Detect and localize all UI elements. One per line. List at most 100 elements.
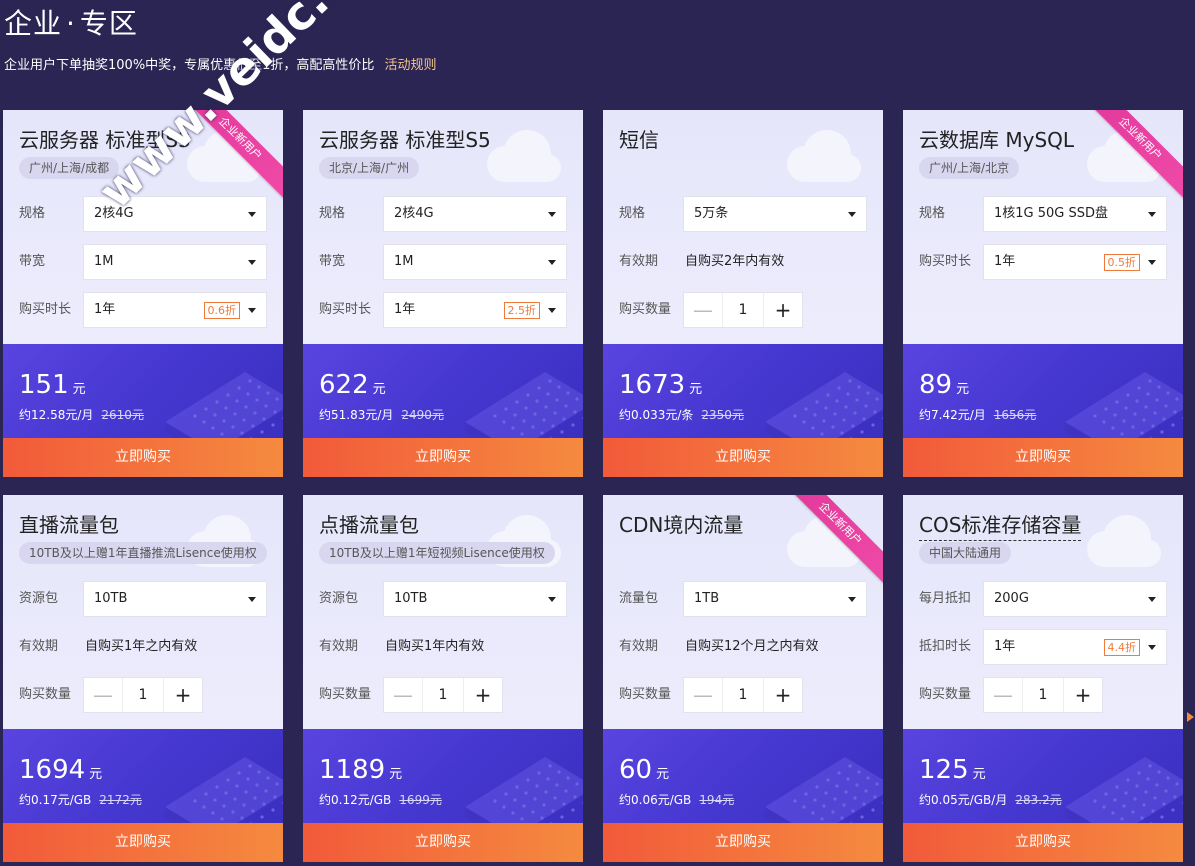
buy-now-button[interactable]: 立即购买: [903, 823, 1183, 862]
increment-button[interactable]: +: [764, 678, 802, 712]
unit-price-line: 约12.58元/月 2610元: [19, 406, 144, 423]
decrement-button[interactable]: —: [684, 293, 722, 327]
option-select[interactable]: 1TB: [683, 581, 867, 617]
currency-unit: 元: [89, 767, 103, 782]
chevron-down-icon: [548, 260, 556, 265]
decrement-button[interactable]: —: [84, 678, 122, 712]
option-select[interactable]: 1M: [83, 244, 267, 280]
buy-now-button[interactable]: 立即购买: [3, 438, 283, 477]
original-price: 283.2元: [1015, 793, 1062, 807]
quantity-value[interactable]: 1: [422, 678, 464, 712]
option-select[interactable]: 1M: [383, 244, 567, 280]
chevron-down-icon: [248, 260, 256, 265]
option-select[interactable]: 1年 4.4折: [983, 629, 1167, 665]
currency-unit: 元: [389, 767, 403, 782]
option-select[interactable]: 1年 2.5折: [383, 292, 567, 328]
option-row: 购买数量 — 1 +: [19, 677, 269, 713]
option-label: 购买数量: [619, 687, 672, 702]
quantity-stepper: — 1 +: [683, 677, 803, 713]
select-value: 1核1G 50G SSD盘: [994, 206, 1109, 221]
cloud-icon: [1087, 515, 1161, 567]
select-value: 1年: [94, 302, 116, 317]
quantity-value[interactable]: 1: [722, 678, 764, 712]
price: 125 元: [919, 755, 986, 790]
unit-price-line: 约0.12元/GB 1699元: [319, 791, 442, 808]
increment-button[interactable]: +: [464, 678, 502, 712]
page-title: 企业 · 专区: [4, 2, 138, 42]
buy-now-button[interactable]: 立即购买: [303, 438, 583, 477]
chevron-down-icon: [848, 597, 856, 602]
currency-unit: 元: [656, 767, 670, 782]
unit-price: 约0.05元/GB/月: [919, 793, 1008, 807]
card-title: 云服务器 标准型S5: [319, 128, 491, 152]
quantity-value[interactable]: 1: [1022, 678, 1064, 712]
product-card: COS标准存储容量 中国大陆通用 每月抵扣 200G 抵扣时长 1年 4.4折 购买数量 …: [903, 495, 1183, 862]
unit-price-line: 约0.17元/GB 2172元: [19, 791, 142, 808]
discount-badge: 2.5折: [503, 302, 540, 319]
card-title: 云数据库 MySQL: [919, 128, 1075, 152]
original-price: 2350元: [701, 408, 744, 422]
buy-now-button[interactable]: 立即购买: [3, 823, 283, 862]
option-row: 规格 2核4G: [319, 196, 569, 232]
rules-link[interactable]: 活动规则: [384, 58, 436, 73]
quantity-value[interactable]: 1: [122, 678, 164, 712]
discount-badge: 0.6折: [203, 302, 240, 319]
discount-badge: 4.4折: [1103, 639, 1140, 656]
option-label: 规格: [919, 206, 946, 221]
price: 1694 元: [19, 755, 102, 790]
buy-now-button[interactable]: 立即购买: [903, 438, 1183, 477]
currency-unit: 元: [956, 382, 970, 397]
select-value: 1M: [394, 254, 414, 269]
server-icon: [765, 372, 883, 438]
option-select[interactable]: 1年 0.6折: [83, 292, 267, 328]
unit-price: 约12.58元/月: [19, 408, 94, 422]
option-row: 规格 5万条: [619, 196, 869, 232]
currency-unit: 元: [72, 382, 86, 397]
option-row: 购买数量 — 1 +: [619, 292, 869, 328]
next-arrow-icon[interactable]: [1187, 712, 1194, 722]
region-tag: 北京/上海/广州: [319, 157, 420, 179]
select-value: 1年: [394, 302, 416, 317]
buy-now-button[interactable]: 立即购买: [303, 823, 583, 862]
price-value: 1189: [319, 755, 386, 785]
select-value: 10TB: [394, 591, 428, 606]
option-select[interactable]: 5万条: [683, 196, 867, 232]
page-title-part2: 专区: [79, 7, 138, 40]
region-tag: 10TB及以上赠1年直播推流Lisence使用权: [19, 542, 267, 564]
chevron-down-icon: [848, 212, 856, 217]
product-card: 直播流量包 10TB及以上赠1年直播推流Lisence使用权 资源包 10TB 有效期…: [3, 495, 283, 862]
price: 622 元: [319, 370, 386, 405]
option-select[interactable]: 1核1G 50G SSD盘: [983, 196, 1167, 232]
increment-button[interactable]: +: [1064, 678, 1102, 712]
quantity-value[interactable]: 1: [722, 293, 764, 327]
unit-price-line: 约7.42元/月 1656元: [919, 406, 1036, 423]
decrement-button[interactable]: —: [984, 678, 1022, 712]
option-row: 规格 2核4G: [19, 196, 269, 232]
decrement-button[interactable]: —: [684, 678, 722, 712]
discount-badge: 0.5折: [1103, 254, 1140, 271]
option-select[interactable]: 10TB: [83, 581, 267, 617]
price-value: 151: [19, 370, 69, 400]
increment-button[interactable]: +: [164, 678, 202, 712]
chevron-down-icon: [548, 597, 556, 602]
buy-now-button[interactable]: 立即购买: [603, 823, 883, 862]
option-select[interactable]: 2核4G: [383, 196, 567, 232]
buy-now-button[interactable]: 立即购买: [603, 438, 883, 477]
option-label: 资源包: [319, 591, 359, 606]
option-select[interactable]: 200G: [983, 581, 1167, 617]
option-select[interactable]: 1年 0.5折: [983, 244, 1167, 280]
option-row: 购买时长 1年 0.5折: [919, 244, 1169, 280]
increment-button[interactable]: +: [764, 293, 802, 327]
currency-unit: 元: [972, 767, 986, 782]
server-icon: [1065, 372, 1183, 438]
option-label: 带宽: [319, 254, 346, 269]
option-label: 购买数量: [619, 302, 672, 317]
price: 89 元: [919, 370, 969, 405]
unit-price: 约0.17元/GB: [19, 793, 92, 807]
region-tag: 10TB及以上赠1年短视频Lisence使用权: [319, 542, 555, 564]
card-title: 短信: [619, 128, 659, 152]
region-tag: 广州/上海/北京: [919, 157, 1020, 179]
unit-price: 约0.06元/GB: [619, 793, 692, 807]
decrement-button[interactable]: —: [384, 678, 422, 712]
option-select[interactable]: 10TB: [383, 581, 567, 617]
